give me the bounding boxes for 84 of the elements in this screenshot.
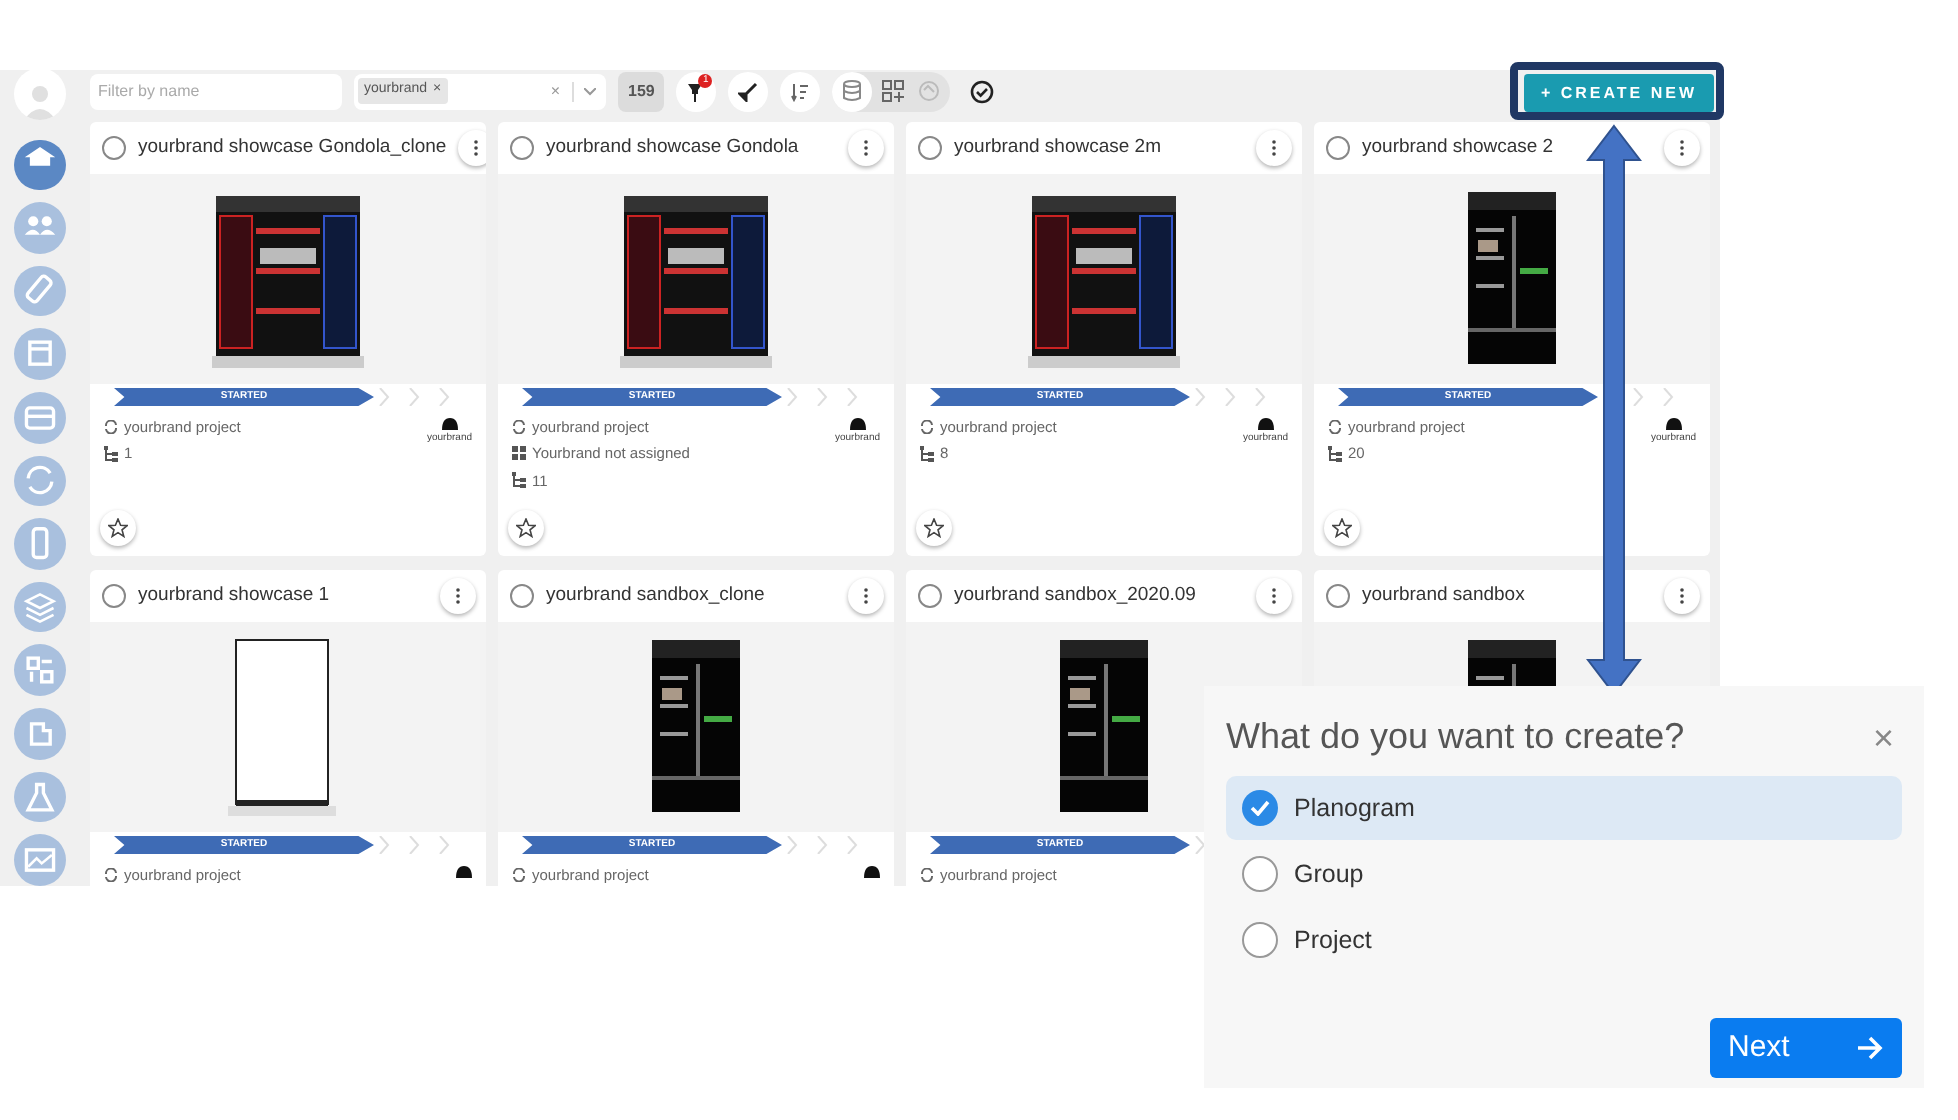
more-button[interactable] [1664,578,1700,614]
refresh-icon[interactable] [14,455,66,507]
card-title: yourbrand showcase Gondola [546,133,801,162]
sync-icon [104,420,118,435]
select-radio[interactable] [510,584,534,608]
dialog-title: What do you want to create? [1226,714,1685,760]
sync-icon [920,420,934,435]
sync-icon [512,868,526,883]
card-title: yourbrand showcase 2m [954,133,1163,162]
option-row[interactable]: Planogram [1226,776,1902,840]
select-radio[interactable] [918,136,942,160]
option-row[interactable]: Group [1226,842,1902,906]
option-label: Project [1294,923,1372,958]
card-title: yourbrand sandbox_2020.09 [954,581,1198,610]
shapes-icon[interactable] [14,644,66,697]
database-button[interactable] [832,71,873,111]
more-button[interactable] [1256,578,1292,614]
caret-icon[interactable] [584,87,596,95]
home-icon[interactable] [14,139,66,191]
sync-icon [917,80,940,102]
sync-icon [512,420,526,435]
tag-icon[interactable] [14,265,66,317]
flask-icon[interactable] [14,771,66,823]
radio-button[interactable] [1242,856,1278,892]
card-title: yourbrand sandbox [1362,581,1527,610]
more-button[interactable] [1664,130,1700,166]
check-circle-icon [970,79,995,103]
select-radio[interactable] [102,136,126,160]
favorite-button[interactable] [916,510,952,546]
card-title: yourbrand showcase Gondola_clone [138,133,447,162]
select-radio[interactable] [510,136,534,160]
star-icon [924,518,944,538]
grid-plus-icon [881,80,904,102]
favorite-button[interactable] [100,510,136,546]
create-new-button[interactable]: + CREATE NEW [1524,74,1714,112]
broom-icon [738,81,759,101]
sync-icon [1328,420,1342,435]
kebab-icon [474,140,479,156]
image-icon[interactable] [14,834,66,886]
sort-icon [790,81,811,101]
phone-icon[interactable] [14,518,66,570]
layers-icon[interactable] [14,581,66,633]
favorite-button[interactable] [1324,510,1360,546]
more-button[interactable] [1256,130,1292,166]
check-icon [1250,800,1270,816]
option-row[interactable]: Project [1226,908,1902,972]
filter-field[interactable]: Filter by name [90,73,342,109]
card-title: yourbrand showcase 2 [1362,133,1556,162]
puzzle-icon[interactable] [14,708,66,760]
sync-icon [920,868,934,883]
shelf-icon[interactable] [14,392,66,444]
sort-button[interactable] [780,71,821,111]
more-button[interactable] [848,578,884,614]
hierarchy-icon [1328,445,1342,462]
store-icon[interactable] [14,328,66,381]
arrow-right-icon [1856,1036,1884,1060]
card-title: yourbrand sandbox_clone [546,581,767,610]
hierarchy-icon [104,445,118,462]
favorite-button[interactable] [508,510,544,546]
radio-button[interactable] [1242,790,1278,826]
hierarchy-icon [920,445,934,462]
broom-button[interactable] [728,71,769,111]
card-title: yourbrand showcase 1 [138,581,332,610]
next-button[interactable]: Next [1710,1018,1902,1078]
select-radio[interactable] [918,584,942,608]
more-button[interactable] [848,130,884,166]
hierarchy-icon [512,472,526,489]
people-icon[interactable] [14,202,66,254]
grid-icon [512,446,526,461]
option-label: Group [1294,857,1364,892]
more-button[interactable] [440,578,476,614]
option-label: Planogram [1294,791,1415,826]
star-icon [108,518,128,538]
select-radio[interactable] [1326,136,1350,160]
count-badge: 159 [618,71,665,111]
select-radio[interactable] [102,584,126,608]
close-button[interactable]: × [1872,719,1894,755]
star-icon [516,518,536,538]
radio-button[interactable] [1242,922,1278,958]
star-icon [1332,518,1352,538]
select-radio[interactable] [1326,584,1350,608]
more-button[interactable] [458,130,486,166]
database-icon [842,80,863,102]
sync-icon [104,868,118,883]
